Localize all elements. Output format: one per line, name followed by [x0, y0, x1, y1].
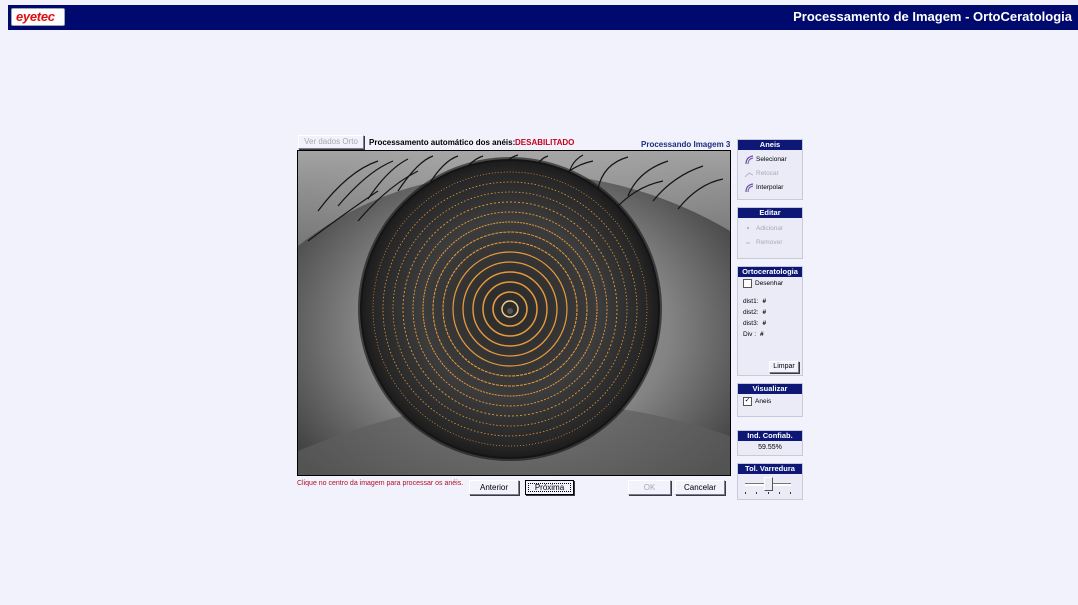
remover-label: Remover — [756, 239, 783, 246]
window-title: Processamento de Imagem - OrtoCeratologi… — [793, 9, 1072, 24]
eyetec-logo: eyetec — [11, 8, 65, 26]
interpolar-button[interactable]: Interpolar — [738, 181, 802, 195]
editar-panel-title: Editar — [738, 208, 802, 218]
dist1-label: dist1: — [743, 298, 759, 305]
aneis-panel: Aneis Selecionar Retocar Interpolar — [737, 139, 803, 200]
slider-ticks — [745, 492, 791, 494]
confiabilidade-panel-title: Ind. Confiab. — [738, 431, 802, 441]
visualizar-aneis-checkbox[interactable]: ✓ Aneis — [738, 394, 802, 410]
limpar-button[interactable]: Limpar — [769, 361, 799, 373]
div-row: Div : # — [738, 329, 802, 340]
remover-button[interactable]: Remover — [738, 236, 802, 250]
dist2-row: dist2: # — [738, 307, 802, 318]
hint-text: Clique no centro da imagem para processa… — [297, 480, 464, 487]
visualizar-aneis-checkbox-box[interactable]: ✓ — [743, 396, 752, 406]
desenhar-checkbox[interactable]: Desenhar — [738, 277, 802, 290]
dist2-label: dist2: — [743, 309, 759, 316]
dist3-row: dist3: # — [738, 318, 802, 329]
varredura-slider[interactable] — [738, 474, 802, 498]
dist3-label: dist3: — [743, 320, 759, 327]
retocar-button[interactable]: Retocar — [738, 167, 802, 181]
ver-dados-orto-button[interactable]: Ver dados Orto — [298, 135, 364, 149]
adicionar-label: Adicionar — [756, 225, 784, 232]
dist2-value: # — [762, 309, 767, 316]
retouch-icon — [744, 172, 754, 178]
confiabilidade-value: 59.55% — [758, 444, 782, 451]
selecionar-label: Selecionar — [756, 156, 787, 163]
add-point-icon — [746, 226, 750, 230]
dist1-row: dist1: # — [738, 296, 802, 307]
eye-image[interactable] — [298, 151, 730, 475]
processing-image-label: Processando Imagem 3 — [641, 140, 731, 149]
rings-icon — [745, 155, 754, 165]
proxima-button[interactable]: Próxima — [525, 480, 574, 495]
anterior-button[interactable]: Anterior — [469, 480, 519, 495]
interpolar-label: Interpolar — [756, 184, 784, 191]
auto-processing-label: Processamento automático dos anéis: — [369, 138, 516, 147]
desenhar-label: Desenhar — [755, 280, 784, 287]
cancelar-button[interactable]: Cancelar — [675, 480, 725, 495]
aneis-panel-title: Aneis — [738, 140, 802, 150]
confiabilidade-panel: Ind. Confiab. 59.55% — [737, 430, 803, 456]
adicionar-button[interactable]: Adicionar — [738, 222, 802, 236]
ok-button[interactable]: OK — [628, 480, 671, 495]
retocar-label: Retocar — [756, 170, 779, 177]
pupil-reflex — [507, 308, 513, 314]
desenhar-checkbox-box[interactable] — [743, 278, 752, 288]
interpolate-icon — [745, 183, 754, 193]
visualizar-aneis-label: Aneis — [755, 398, 772, 405]
div-value: # — [760, 331, 764, 338]
visualizar-panel-title: Visualizar — [738, 384, 802, 394]
logo-text: eyetec — [16, 9, 55, 24]
title-bar: eyetec Processamento de Imagem - OrtoCer… — [8, 5, 1078, 30]
div-label: Div : — [743, 331, 756, 338]
selecionar-button[interactable]: Selecionar — [738, 153, 802, 167]
varredura-panel: Tol. Varredura — [737, 463, 803, 500]
dist1-value: # — [762, 298, 767, 305]
editar-panel: Editar Adicionar Remover — [737, 207, 803, 259]
auto-processing-status: DESABILITADO — [515, 138, 575, 147]
visualizar-panel: Visualizar ✓ Aneis — [737, 383, 803, 417]
slider-thumb[interactable] — [764, 477, 773, 491]
ortoceratologia-panel: Ortoceratologia Desenhar dist1: # dist2: #… — [737, 266, 803, 376]
eye-image-canvas[interactable] — [297, 150, 731, 476]
varredura-panel-title: Tol. Varredura — [738, 464, 802, 474]
dist3-value: # — [762, 320, 767, 327]
ortoceratologia-panel-title: Ortoceratologia — [738, 267, 802, 277]
remove-point-icon — [746, 242, 750, 244]
